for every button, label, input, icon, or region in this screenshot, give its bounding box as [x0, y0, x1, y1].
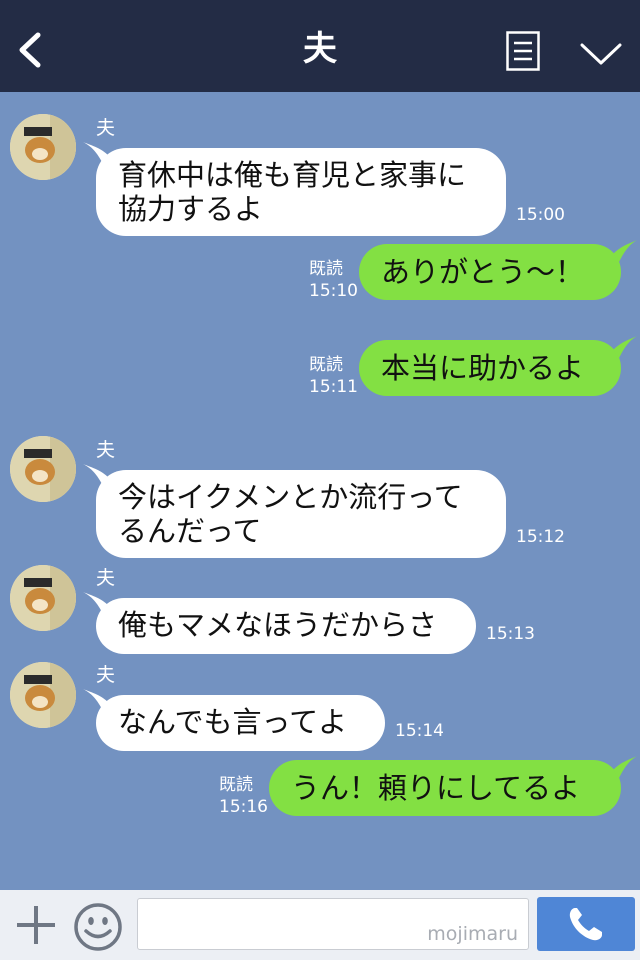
read-label: 既読	[309, 355, 343, 375]
avatar[interactable]	[10, 662, 76, 728]
message-text: 今はイクメンとか流行って	[118, 480, 463, 514]
message-bubble-outgoing[interactable]: ありがとう〜！	[359, 240, 637, 300]
message-bubble-incoming[interactable]: 育休中は俺も育児と家事に 協力するよ	[83, 142, 506, 236]
timestamp: 15:00	[516, 205, 565, 225]
bubble-tail	[83, 464, 109, 486]
bubble-tail	[613, 336, 637, 358]
read-label: 既読	[219, 775, 253, 795]
bubble-tail	[613, 240, 637, 262]
note-icon[interactable]	[506, 31, 540, 71]
message-bubble-incoming[interactable]: 今はイクメンとか流行って るんだって	[83, 464, 506, 558]
avatar[interactable]	[10, 436, 76, 502]
timestamp: 15:12	[516, 527, 565, 547]
sender-name: 夫	[96, 439, 116, 461]
message-text: ありがとう〜！	[381, 255, 585, 289]
message-list[interactable]: 夫 育休中は俺も育児と家事に 協力するよ 15:00 既読 15:10 ありがと…	[0, 92, 640, 890]
read-status: 既読 15:10	[309, 258, 358, 302]
message-text: うん！頼りにしてるよ	[291, 771, 581, 805]
read-status: 既読 15:11	[309, 354, 358, 398]
input-bar: mojimaru	[0, 890, 640, 960]
watermark-text: mojimaru	[427, 923, 518, 945]
avatar[interactable]	[10, 565, 76, 631]
message-text: 本当に助かるよ	[381, 351, 585, 385]
message-input[interactable]: mojimaru	[137, 898, 529, 950]
message-bubble-incoming[interactable]: なんでも言ってよ	[83, 689, 385, 751]
message-text: なんでも言ってよ	[118, 705, 348, 739]
timestamp: 15:10	[309, 281, 358, 301]
bubble-tail	[83, 592, 109, 614]
timestamp: 15:13	[486, 624, 535, 644]
call-button[interactable]	[537, 897, 635, 951]
chat-header: 夫	[0, 0, 640, 92]
phone-icon	[569, 908, 602, 941]
sender-name: 夫	[96, 117, 116, 139]
smile-icon[interactable]	[73, 902, 123, 952]
message-text: 育休中は俺も育児と家事に	[118, 158, 467, 192]
message-text: るんだって	[118, 514, 262, 548]
read-label: 既読	[309, 259, 343, 279]
chat-title: 夫	[303, 29, 337, 69]
timestamp: 15:16	[219, 797, 268, 817]
bubble-tail	[613, 756, 637, 778]
bubble-tail	[83, 689, 109, 711]
message-bubble-outgoing[interactable]: 本当に助かるよ	[359, 336, 637, 396]
plus-icon[interactable]	[14, 903, 58, 947]
message-text: 俺もマメなほうだからさ	[118, 608, 438, 642]
avatar[interactable]	[10, 114, 76, 180]
timestamp: 15:11	[309, 377, 358, 397]
sender-name: 夫	[96, 664, 116, 686]
message-bubble-incoming[interactable]: 俺もマメなほうだからさ	[83, 592, 476, 654]
message-text: 協力するよ	[118, 192, 264, 226]
read-status: 既読 15:16	[219, 774, 268, 818]
bubble-tail	[83, 142, 109, 164]
message-bubble-outgoing[interactable]: うん！頼りにしてるよ	[269, 756, 637, 816]
timestamp: 15:14	[395, 721, 444, 741]
chevron-down-icon[interactable]	[580, 41, 622, 67]
sender-name: 夫	[96, 567, 116, 589]
